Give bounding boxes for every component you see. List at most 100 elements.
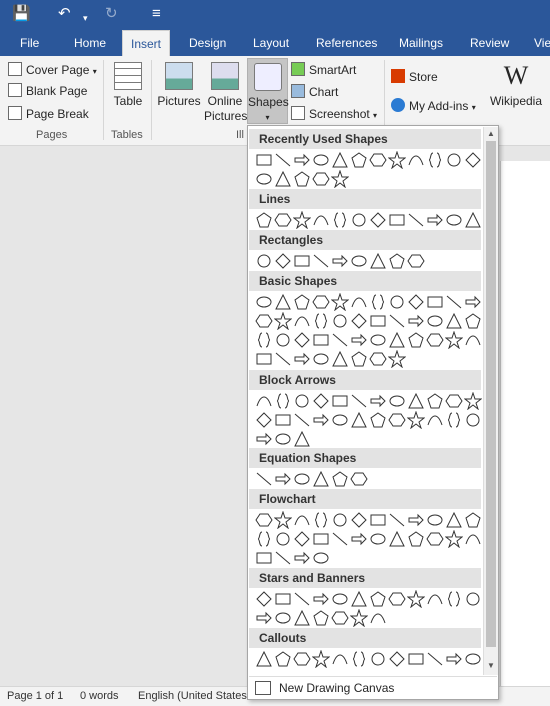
chart-button[interactable]: Chart — [291, 84, 338, 100]
shape-line-icon[interactable] — [350, 392, 368, 410]
shape-brace-icon[interactable] — [255, 331, 273, 349]
shape-pent-icon[interactable] — [350, 151, 368, 169]
shape-tri-icon[interactable] — [445, 511, 463, 529]
shape-arrow-icon[interactable] — [464, 293, 482, 311]
scrollbar-thumb[interactable] — [486, 141, 496, 647]
shape-tri-icon[interactable] — [388, 331, 406, 349]
shape-pent-icon[interactable] — [350, 350, 368, 368]
shape-brace-icon[interactable] — [369, 293, 387, 311]
shape-diamond-icon[interactable] — [388, 650, 406, 668]
page-count[interactable]: Page 1 of 1 — [7, 687, 63, 706]
scroll-down-icon[interactable]: ▼ — [486, 661, 496, 671]
shape-oval-icon[interactable] — [274, 430, 292, 448]
smartart-button[interactable]: SmartArt — [291, 62, 356, 78]
shape-tri-icon[interactable] — [293, 609, 311, 627]
shape-tri-icon[interactable] — [312, 470, 330, 488]
shape-arrow-icon[interactable] — [274, 470, 292, 488]
shape-circle-icon[interactable] — [293, 392, 311, 410]
shape-star-icon[interactable] — [331, 170, 349, 188]
shape-pent-icon[interactable] — [464, 511, 482, 529]
shape-rect-icon[interactable] — [255, 151, 273, 169]
shape-tri-icon[interactable] — [350, 411, 368, 429]
shape-curve-icon[interactable] — [426, 590, 444, 608]
shape-tri-icon[interactable] — [407, 392, 425, 410]
shape-pent-icon[interactable] — [293, 293, 311, 311]
shape-circle-icon[interactable] — [274, 331, 292, 349]
shape-hex-icon[interactable] — [255, 511, 273, 529]
shape-oval-icon[interactable] — [331, 411, 349, 429]
shape-hex-icon[interactable] — [388, 411, 406, 429]
shape-circle-icon[interactable] — [255, 252, 273, 270]
shape-hex-icon[interactable] — [369, 350, 387, 368]
shape-oval-icon[interactable] — [255, 170, 273, 188]
tab-mailings[interactable]: Mailings — [391, 30, 451, 56]
shape-star-icon[interactable] — [388, 350, 406, 368]
shape-line-icon[interactable] — [426, 650, 444, 668]
shape-brace-icon[interactable] — [426, 151, 444, 169]
shape-tri-icon[interactable] — [274, 170, 292, 188]
shape-circle-icon[interactable] — [464, 411, 482, 429]
shape-star-icon[interactable] — [407, 411, 425, 429]
shape-arrow-icon[interactable] — [312, 590, 330, 608]
online-pictures-button[interactable]: Online Pictures — [204, 62, 247, 124]
shape-diamond-icon[interactable] — [255, 411, 273, 429]
shape-diamond-icon[interactable] — [293, 331, 311, 349]
shape-arrow-icon[interactable] — [293, 350, 311, 368]
shape-line-icon[interactable] — [255, 470, 273, 488]
shape-rect-icon[interactable] — [274, 590, 292, 608]
shape-star-icon[interactable] — [350, 609, 368, 627]
shape-curve-icon[interactable] — [293, 511, 311, 529]
shape-oval-icon[interactable] — [350, 252, 368, 270]
shape-arrow-icon[interactable] — [331, 252, 349, 270]
shape-oval-icon[interactable] — [331, 590, 349, 608]
shape-arrow-icon[interactable] — [293, 549, 311, 567]
shape-curve-icon[interactable] — [369, 609, 387, 627]
shape-pent-icon[interactable] — [369, 411, 387, 429]
shape-rect-icon[interactable] — [312, 331, 330, 349]
shape-curve-icon[interactable] — [350, 293, 368, 311]
shape-rect-icon[interactable] — [312, 530, 330, 548]
shape-star-icon[interactable] — [293, 211, 311, 229]
shape-arrow-icon[interactable] — [255, 609, 273, 627]
gallery-scrollbar[interactable]: ▲ ▼ — [483, 127, 498, 675]
shape-diamond-icon[interactable] — [312, 392, 330, 410]
table-button[interactable]: Table — [110, 62, 146, 109]
shape-pent-icon[interactable] — [369, 590, 387, 608]
shape-tri-icon[interactable] — [445, 312, 463, 330]
my-addins-button[interactable]: My Add-ins ▾ — [391, 98, 476, 116]
shape-hex-icon[interactable] — [445, 392, 463, 410]
shape-star-icon[interactable] — [464, 392, 482, 410]
shape-rect-icon[interactable] — [293, 252, 311, 270]
tab-references[interactable]: References — [308, 30, 385, 56]
shape-brace-icon[interactable] — [350, 650, 368, 668]
shape-tri-icon[interactable] — [388, 530, 406, 548]
tab-review[interactable]: Review — [462, 30, 517, 56]
shape-tri-icon[interactable] — [274, 293, 292, 311]
shape-star-icon[interactable] — [274, 312, 292, 330]
shape-pent-icon[interactable] — [312, 609, 330, 627]
tab-layout[interactable]: Layout — [245, 30, 297, 56]
shape-circle-icon[interactable] — [369, 650, 387, 668]
shape-curve-icon[interactable] — [464, 331, 482, 349]
shape-star-icon[interactable] — [445, 530, 463, 548]
shape-tri-icon[interactable] — [464, 211, 482, 229]
document-page[interactable] — [500, 161, 550, 686]
shape-oval-icon[interactable] — [464, 650, 482, 668]
shape-hex-icon[interactable] — [331, 609, 349, 627]
shape-circle-icon[interactable] — [388, 293, 406, 311]
shape-diamond-icon[interactable] — [274, 252, 292, 270]
shape-star-icon[interactable] — [331, 293, 349, 311]
store-button[interactable]: Store — [391, 69, 438, 85]
shape-hex-icon[interactable] — [350, 470, 368, 488]
shape-line-icon[interactable] — [388, 511, 406, 529]
shape-diamond-icon[interactable] — [407, 293, 425, 311]
redo-icon[interactable]: ↻ — [105, 5, 118, 23]
shape-line-icon[interactable] — [312, 252, 330, 270]
shape-tri-icon[interactable] — [255, 650, 273, 668]
shape-star-icon[interactable] — [274, 511, 292, 529]
shape-pent-icon[interactable] — [407, 331, 425, 349]
shape-circle-icon[interactable] — [464, 590, 482, 608]
shape-rect-icon[interactable] — [255, 350, 273, 368]
scroll-up-icon[interactable]: ▲ — [486, 129, 496, 139]
shape-brace-icon[interactable] — [255, 530, 273, 548]
